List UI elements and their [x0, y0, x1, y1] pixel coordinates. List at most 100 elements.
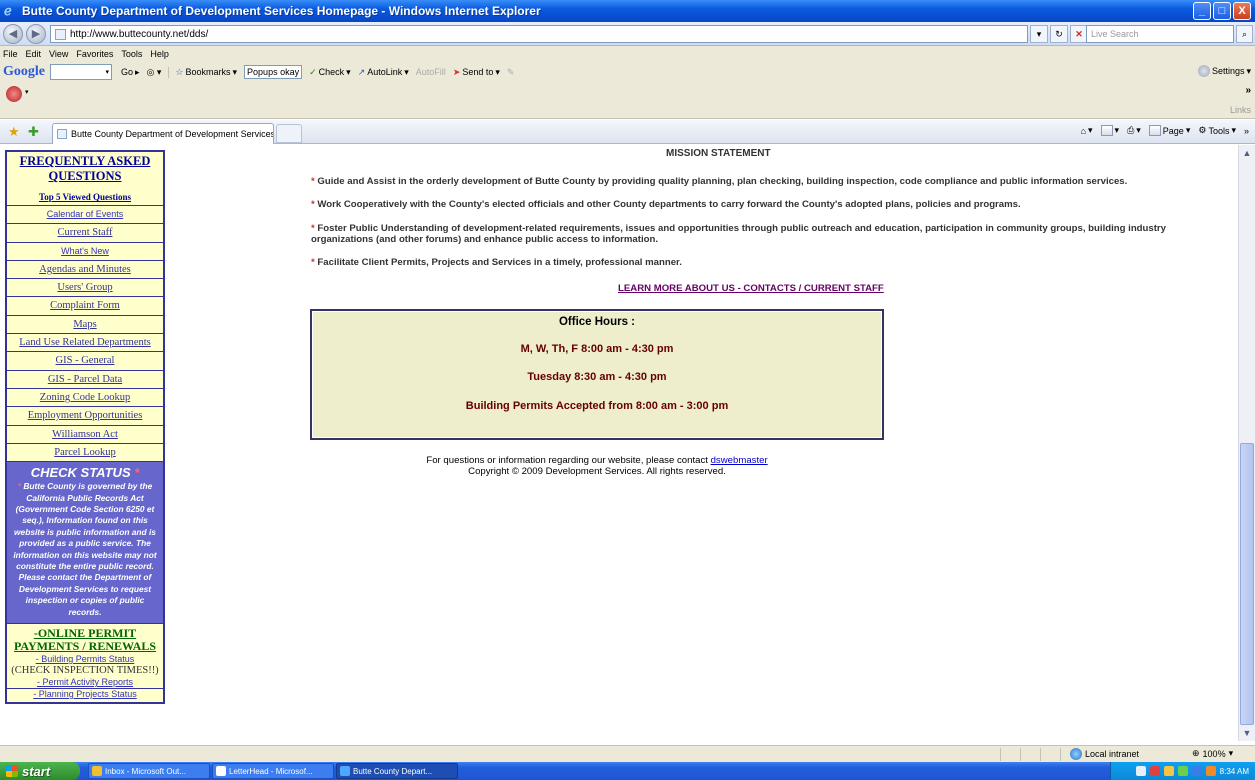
taskbar-item-outlook[interactable]: Inbox - Microsoft Out...: [88, 763, 210, 779]
windows-taskbar: start Inbox - Microsoft Out... LetterHea…: [0, 762, 1255, 780]
command-overflow-icon[interactable]: »: [1244, 126, 1249, 136]
sidebar-link-land-use-related-departments[interactable]: Land Use Related Departments: [7, 334, 163, 353]
sidebar-link-zoning-code-lookup[interactable]: Zoning Code Lookup: [7, 389, 163, 408]
feeds-icon: [1100, 125, 1113, 136]
menu-view[interactable]: View: [49, 49, 68, 59]
tray-icon[interactable]: [1149, 766, 1160, 776]
webmaster-link[interactable]: dswebmaster: [711, 455, 768, 466]
sidebar-nav: FREQUENTLY ASKED QUESTIONS Top 5 Viewed …: [5, 150, 165, 705]
gear-icon: ⚙: [1198, 125, 1207, 135]
top5-questions-link[interactable]: Top 5 Viewed Questions: [7, 187, 163, 206]
tray-icon[interactable]: [1135, 766, 1146, 776]
status-divider: [1060, 748, 1061, 761]
maximize-button[interactable]: □: [1213, 2, 1231, 20]
bookmarks-button[interactable]: ☆ Bookmarks ▾: [168, 66, 237, 78]
check-status-title[interactable]: CHECK STATUS *: [8, 465, 162, 480]
faq-link[interactable]: FREQUENTLY ASKED QUESTIONS: [7, 152, 163, 187]
scrollbar-thumb[interactable]: [1240, 443, 1254, 725]
internet-explorer-icon: ℯ: [4, 3, 12, 18]
address-url: http://www.buttecounty.net/dds/: [70, 28, 209, 40]
favorites-star-icon[interactable]: ★: [8, 124, 20, 140]
taskbar-item-ie[interactable]: Butte County Depart...: [336, 763, 458, 779]
scroll-down-icon[interactable]: ▼: [1239, 725, 1255, 741]
google-extra-icon[interactable]: ◎ ▾: [147, 67, 162, 78]
tools-menu-button[interactable]: ⚙ Tools ▾: [1198, 125, 1236, 136]
print-button[interactable]: ⎙ ▾: [1127, 125, 1141, 136]
tray-icon[interactable]: [1205, 766, 1216, 776]
links-label[interactable]: Links: [1230, 105, 1251, 115]
autolink-button[interactable]: ↗ AutoLink ▾: [358, 67, 409, 78]
back-button[interactable]: ◀: [3, 23, 23, 44]
sidebar-link-williamson-act[interactable]: Williamson Act: [7, 426, 163, 444]
tray-icon[interactable]: [1191, 766, 1202, 776]
search-icon[interactable]: ⌕: [1236, 25, 1253, 43]
tab-active[interactable]: Butte County Department of Development S…: [52, 123, 274, 144]
print-icon: ⎙: [1127, 125, 1135, 135]
address-toolbar: ◀ ▶ http://www.buttecounty.net/dds/ ▾ ↻ …: [0, 22, 1255, 46]
footer-contact-text: For questions or information regarding o…: [426, 455, 708, 466]
zoom-icon: ⊕: [1192, 748, 1200, 758]
start-button[interactable]: start: [0, 762, 80, 780]
send-to-button[interactable]: ➤ Send to ▾: [453, 67, 500, 78]
addon-dropdown-icon[interactable]: ▾: [25, 88, 29, 96]
scroll-up-icon[interactable]: ▲: [1239, 145, 1255, 161]
online-permit-payments-link[interactable]: -ONLINE PERMIT PAYMENTS / RENEWALS: [7, 624, 163, 654]
vertical-scrollbar[interactable]: ▲ ▼: [1238, 145, 1255, 741]
google-search-input[interactable]: ▾: [50, 64, 112, 80]
public-records-notice: * Butte County is governed by the Califo…: [13, 481, 157, 617]
tray-icon[interactable]: [1177, 766, 1188, 776]
sidebar-link-complaint-form[interactable]: Complaint Form: [7, 297, 163, 316]
google-logo[interactable]: Google: [3, 64, 45, 80]
permit-activity-reports-link[interactable]: - Permit Activity Reports: [7, 677, 163, 690]
spell-check-button[interactable]: ✓ Check ▾: [309, 67, 351, 78]
menu-help[interactable]: Help: [150, 49, 169, 59]
sidebar-link-users-group[interactable]: Users' Group: [7, 279, 163, 298]
google-settings-button[interactable]: Settings ▾: [1197, 65, 1251, 77]
home-button[interactable]: ⌂ ▾: [1081, 125, 1093, 136]
status-divider: [1020, 748, 1021, 761]
security-zone[interactable]: Local intranet: [1070, 748, 1139, 760]
sidebar-link-maps[interactable]: Maps: [7, 316, 163, 335]
address-dropdown-button[interactable]: ▾: [1030, 25, 1048, 43]
forward-button[interactable]: ▶: [26, 23, 46, 44]
sidebar-link-employment-opportunities[interactable]: Employment Opportunities: [7, 407, 163, 426]
building-permits-status-link[interactable]: - Building Permits Status: [7, 654, 163, 665]
pencil-icon[interactable]: ✎: [507, 67, 515, 78]
add-favorite-icon[interactable]: ✚: [28, 124, 39, 140]
sidebar-link-agendas-and-minutes[interactable]: Agendas and Minutes: [7, 261, 163, 280]
menu-file[interactable]: File: [3, 49, 18, 59]
autofill-button[interactable]: AutoFill: [416, 67, 446, 77]
minimize-button[interactable]: _: [1193, 2, 1211, 20]
toolbar-overflow-icon[interactable]: »: [1245, 85, 1251, 96]
zoom-control[interactable]: ⊕ 100% ▾: [1192, 748, 1233, 759]
sidebar-link-current-staff[interactable]: Current Staff: [7, 224, 163, 243]
window-title-bar[interactable]: ℯ Butte County Department of Development…: [0, 0, 1255, 22]
status-bar: Local intranet ⊕ 100% ▾: [0, 745, 1255, 762]
feeds-button[interactable]: ▾: [1100, 125, 1119, 136]
menu-tools[interactable]: Tools: [121, 49, 142, 59]
tab-page-icon: [57, 129, 67, 139]
tray-icon[interactable]: [1163, 766, 1174, 776]
sidebar-link-gis-parcel-data[interactable]: GIS - Parcel Data: [7, 371, 163, 389]
address-field[interactable]: http://www.buttecounty.net/dds/: [50, 25, 1028, 43]
popups-button[interactable]: Popups okay: [244, 65, 303, 79]
page-menu-button[interactable]: Page ▾: [1148, 125, 1190, 136]
menu-favorites[interactable]: Favorites: [76, 49, 113, 59]
status-divider: [1040, 748, 1041, 761]
mission-item: * Facilitate Client Permits, Projects an…: [311, 257, 682, 268]
sidebar-link-parcel-lookup[interactable]: Parcel Lookup: [7, 444, 163, 463]
learn-more-link[interactable]: LEARN MORE ABOUT US - CONTACTS / CURRENT…: [618, 283, 884, 294]
new-tab-button[interactable]: [276, 124, 302, 143]
planning-projects-status-link[interactable]: - Planning Projects Status: [7, 689, 163, 702]
sidebar-link-calendar-of-events[interactable]: Calendar of Events: [7, 206, 163, 225]
close-button[interactable]: X: [1233, 2, 1251, 20]
menu-edit[interactable]: Edit: [26, 49, 42, 59]
taskbar-item-word[interactable]: LetterHead - Microsof...: [212, 763, 334, 779]
sidebar-link-what-s-new[interactable]: What's New: [7, 243, 163, 261]
addon-icon[interactable]: [6, 86, 22, 102]
inspection-times-note: (CHECK INSPECTION TIMES!!): [11, 665, 159, 677]
sidebar-link-gis-general[interactable]: GIS - General: [7, 352, 163, 371]
google-go-button[interactable]: Go ▸: [121, 67, 140, 78]
live-search-input[interactable]: Live Search: [1086, 25, 1234, 43]
refresh-icon[interactable]: ↻: [1050, 25, 1068, 43]
